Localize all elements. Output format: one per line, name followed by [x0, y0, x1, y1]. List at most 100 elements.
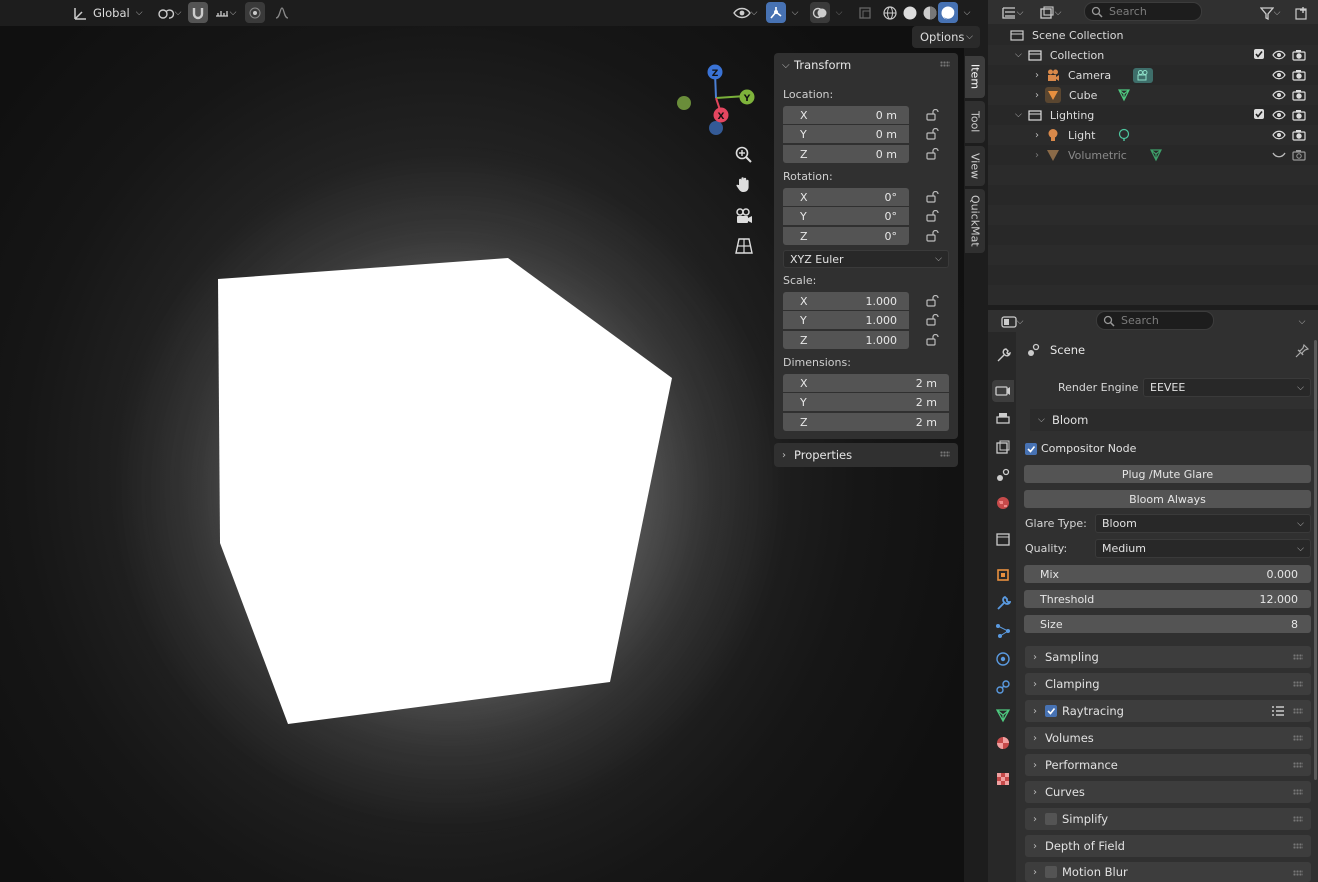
- outliner-scene-collection[interactable]: Scene Collection: [988, 25, 1318, 45]
- curves-panel[interactable]: › Curves: [1025, 781, 1311, 803]
- options-dropdown[interactable]: Options ⌵: [912, 26, 980, 48]
- clamping-panel[interactable]: › Clamping: [1025, 673, 1311, 695]
- grip-icon[interactable]: [1293, 681, 1303, 687]
- chevron-down-icon[interactable]: ⌵: [1015, 50, 1022, 60]
- render-camera-icon[interactable]: [1292, 149, 1306, 161]
- tab-quickmat[interactable]: QuickMat: [965, 189, 985, 253]
- outliner-row-light[interactable]: › Light: [988, 125, 1318, 145]
- render-camera-icon[interactable]: [1292, 69, 1306, 81]
- tab-tool-settings[interactable]: [992, 344, 1014, 366]
- outliner-row-volumetric[interactable]: › Volumetric: [988, 145, 1318, 165]
- tab-object[interactable]: [992, 564, 1014, 586]
- checkbox-unchecked-icon[interactable]: [1045, 813, 1057, 825]
- checkbox-unchecked-icon[interactable]: [1045, 866, 1057, 878]
- tab-texture[interactable]: [992, 768, 1014, 790]
- eye-icon[interactable]: [1272, 69, 1286, 81]
- unlock-icon[interactable]: [926, 109, 940, 121]
- grip-icon[interactable]: [1293, 654, 1303, 660]
- presets-list-icon[interactable]: [1271, 705, 1285, 717]
- tab-view-layer[interactable]: [992, 436, 1014, 458]
- grip-icon[interactable]: [1293, 762, 1303, 768]
- glare-type-dropdown[interactable]: Bloom ⌵: [1095, 514, 1311, 533]
- scale-x-field[interactable]: X 1.000: [783, 292, 909, 310]
- rotation-z-field[interactable]: Z 0°: [783, 227, 909, 245]
- eye-icon[interactable]: [1272, 89, 1286, 101]
- checkbox-checked-icon[interactable]: [1045, 705, 1057, 717]
- navigation-gizmo[interactable]: Z Y X: [670, 60, 760, 140]
- gizmo-dropdown[interactable]: ⌵: [787, 2, 803, 23]
- tab-physics[interactable]: [992, 648, 1014, 670]
- compositor-node-checkbox[interactable]: Compositor Node: [1025, 442, 1136, 455]
- display-mode-dropdown[interactable]: ⌵: [1034, 2, 1066, 23]
- transform-orientation-dropdown[interactable]: Global ⌵: [68, 2, 146, 23]
- unlock-icon[interactable]: [926, 210, 940, 222]
- shading-rendered[interactable]: [938, 2, 958, 23]
- volumes-panel[interactable]: › Volumes: [1025, 727, 1311, 749]
- properties-scrollbar[interactable]: [1314, 340, 1317, 780]
- outliner-row-collection[interactable]: ⌵ Collection: [988, 45, 1318, 65]
- rotation-x-field[interactable]: X 0°: [783, 188, 909, 206]
- bloom-always-button[interactable]: Bloom Always: [1024, 490, 1311, 508]
- pivot-point-dropdown[interactable]: ⌵: [154, 2, 184, 23]
- unlock-icon[interactable]: [926, 314, 940, 326]
- light-data-icon[interactable]: [1117, 128, 1131, 142]
- outliner-row-camera[interactable]: › Camera: [988, 65, 1318, 85]
- size-slider[interactable]: Size 8: [1024, 615, 1311, 633]
- falloff-dropdown[interactable]: [268, 2, 296, 23]
- unlock-icon[interactable]: [926, 334, 940, 346]
- chevron-right-icon[interactable]: ›: [1035, 150, 1039, 161]
- mix-slider[interactable]: Mix 0.000: [1024, 565, 1311, 583]
- editor-type-dropdown[interactable]: ⌵: [996, 2, 1028, 23]
- render-camera-icon[interactable]: [1292, 49, 1306, 61]
- dimensions-y-field[interactable]: Y 2 m: [783, 393, 949, 411]
- overlays-dropdown[interactable]: ⌵: [831, 2, 847, 23]
- exclude-checkbox-icon[interactable]: [1254, 49, 1264, 59]
- xray-toggle[interactable]: [856, 2, 874, 23]
- mesh-data-icon[interactable]: [1117, 88, 1131, 102]
- properties-search-input[interactable]: Search: [1096, 311, 1214, 330]
- editor-type-dropdown[interactable]: ⌵: [996, 311, 1028, 332]
- visibility-dropdown[interactable]: ⌵: [729, 2, 761, 23]
- filter-dropdown[interactable]: ⌵: [1256, 2, 1284, 23]
- unlock-icon[interactable]: [926, 230, 940, 242]
- tab-render[interactable]: [992, 380, 1014, 402]
- camera-view-icon[interactable]: [734, 206, 754, 226]
- chevron-right-icon[interactable]: ›: [1035, 70, 1039, 81]
- bloom-panel-header[interactable]: ⌵ Bloom: [1030, 409, 1318, 431]
- tab-constraints[interactable]: [992, 676, 1014, 698]
- zoom-icon[interactable]: [734, 145, 754, 165]
- grip-icon[interactable]: [1293, 843, 1303, 849]
- unlock-icon[interactable]: [926, 128, 940, 140]
- tab-tool[interactable]: Tool: [965, 101, 985, 143]
- overlays-toggle[interactable]: [810, 2, 830, 23]
- grip-icon[interactable]: [940, 61, 950, 67]
- chevron-right-icon[interactable]: ›: [1035, 130, 1039, 141]
- dimensions-x-field[interactable]: X 2 m: [783, 374, 949, 392]
- camera-data-icon[interactable]: [1133, 67, 1154, 83]
- plug-mute-glare-button[interactable]: Plug /Mute Glare: [1024, 465, 1311, 483]
- motion-blur-panel[interactable]: › Motion Blur: [1025, 862, 1311, 882]
- outliner-row-cube[interactable]: › Cube: [988, 85, 1318, 105]
- unlock-icon[interactable]: [926, 148, 940, 160]
- rotation-y-field[interactable]: Y 0°: [783, 207, 909, 225]
- location-z-field[interactable]: Z 0 m: [783, 145, 909, 163]
- gizmo-toggle[interactable]: [766, 2, 786, 23]
- location-y-field[interactable]: Y 0 m: [783, 125, 909, 143]
- perspective-grid-icon[interactable]: [734, 236, 754, 256]
- render-engine-dropdown[interactable]: EEVEE ⌵: [1143, 378, 1311, 397]
- snap-target-dropdown[interactable]: ⌵: [210, 2, 240, 23]
- unlock-icon[interactable]: [926, 295, 940, 307]
- scale-z-field[interactable]: Z 1.000: [783, 331, 909, 349]
- tab-view[interactable]: View: [965, 146, 985, 186]
- performance-panel[interactable]: › Performance: [1025, 754, 1311, 776]
- location-x-field[interactable]: X 0 m: [783, 106, 909, 124]
- sampling-panel[interactable]: › Sampling: [1025, 646, 1311, 668]
- tab-data[interactable]: [992, 704, 1014, 726]
- tab-collection[interactable]: [992, 528, 1014, 550]
- scale-y-field[interactable]: Y 1.000: [783, 311, 909, 329]
- shading-solid[interactable]: [900, 2, 920, 23]
- eye-icon[interactable]: [1272, 129, 1286, 141]
- pan-hand-icon[interactable]: [734, 175, 754, 195]
- checkbox-checked-icon[interactable]: [1025, 442, 1037, 455]
- eye-icon[interactable]: [1272, 109, 1286, 121]
